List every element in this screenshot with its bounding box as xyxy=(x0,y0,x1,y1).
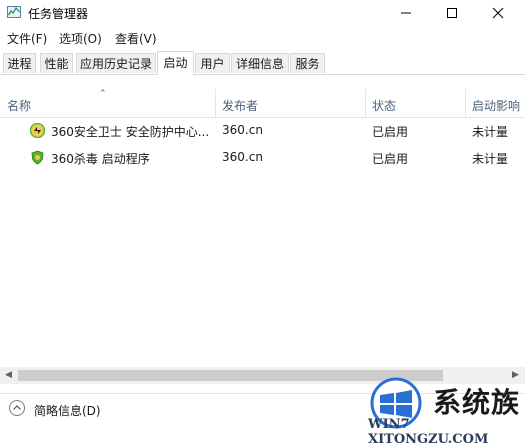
close-icon xyxy=(492,7,504,19)
column-header-startup-impact[interactable]: 启动影响 xyxy=(472,97,520,114)
scroll-left-icon[interactable]: ◀ xyxy=(5,370,12,380)
fewer-details-icon[interactable] xyxy=(9,400,25,416)
column-divider[interactable] xyxy=(465,89,466,117)
tab-users[interactable]: 用户 xyxy=(195,53,230,73)
minimize-button[interactable] xyxy=(383,0,429,26)
window-title: 任务管理器 xyxy=(28,7,89,21)
menu-view[interactable]: 查看(V) xyxy=(115,30,157,47)
column-divider[interactable] xyxy=(215,89,216,117)
column-divider[interactable] xyxy=(365,89,366,117)
menu-file[interactable]: 文件(F) xyxy=(7,30,47,47)
column-header-publisher[interactable]: 发布者 xyxy=(222,97,258,114)
tab-app-history[interactable]: 应用历史记录 xyxy=(76,53,156,73)
column-header-row: ⌃ 名称 发布者 状态 启动影响 xyxy=(0,89,525,118)
minimize-icon xyxy=(401,12,411,14)
row-publisher: 360.cn xyxy=(222,150,263,164)
tab-performance[interactable]: 性能 xyxy=(40,53,73,73)
row-impact: 未计量 xyxy=(472,152,509,166)
column-header-status[interactable]: 状态 xyxy=(372,97,396,114)
tab-details[interactable]: 详细信息 xyxy=(231,53,289,73)
watermark-brand: 系统族 xyxy=(433,386,521,419)
watermark-url: WIN7 XITONGZU.COM xyxy=(368,417,489,447)
360-antivirus-shield-icon xyxy=(31,150,44,165)
fewer-details-link[interactable]: 简略信息(D) xyxy=(34,402,101,419)
tab-startup[interactable]: 启动 xyxy=(157,51,194,75)
row-publisher: 360.cn xyxy=(222,123,263,137)
tab-strip: 进程 性能 应用历史记录 启动 用户 详细信息 服务 xyxy=(0,51,525,75)
row-status: 已启用 xyxy=(372,152,409,166)
row-name: 360安全卫士 安全防护中心... xyxy=(51,125,210,139)
menu-bar: 文件(F) 选项(O) 查看(V) xyxy=(0,28,525,48)
maximize-icon xyxy=(447,8,457,18)
table-row[interactable]: 360杀毒 启动程序 360.cn 已启用 未计量 xyxy=(0,145,525,171)
row-name: 360杀毒 启动程序 xyxy=(51,152,150,166)
maximize-button[interactable] xyxy=(429,0,475,26)
row-impact: 未计量 xyxy=(472,125,509,139)
menu-options[interactable]: 选项(O) xyxy=(59,30,102,47)
row-status: 已启用 xyxy=(372,125,409,139)
title-bar[interactable]: 任务管理器 xyxy=(0,0,525,26)
column-header-name[interactable]: 名称 xyxy=(7,97,31,114)
table-row[interactable]: 360安全卫士 安全防护中心... 360.cn 已启用 未计量 xyxy=(0,118,525,144)
tab-processes[interactable]: 进程 xyxy=(3,53,36,73)
task-manager-icon xyxy=(7,6,21,18)
tab-services[interactable]: 服务 xyxy=(290,53,325,73)
sort-ascending-icon: ⌃ xyxy=(99,89,107,99)
360-safeguard-icon xyxy=(30,123,45,138)
close-button[interactable] xyxy=(475,0,521,26)
